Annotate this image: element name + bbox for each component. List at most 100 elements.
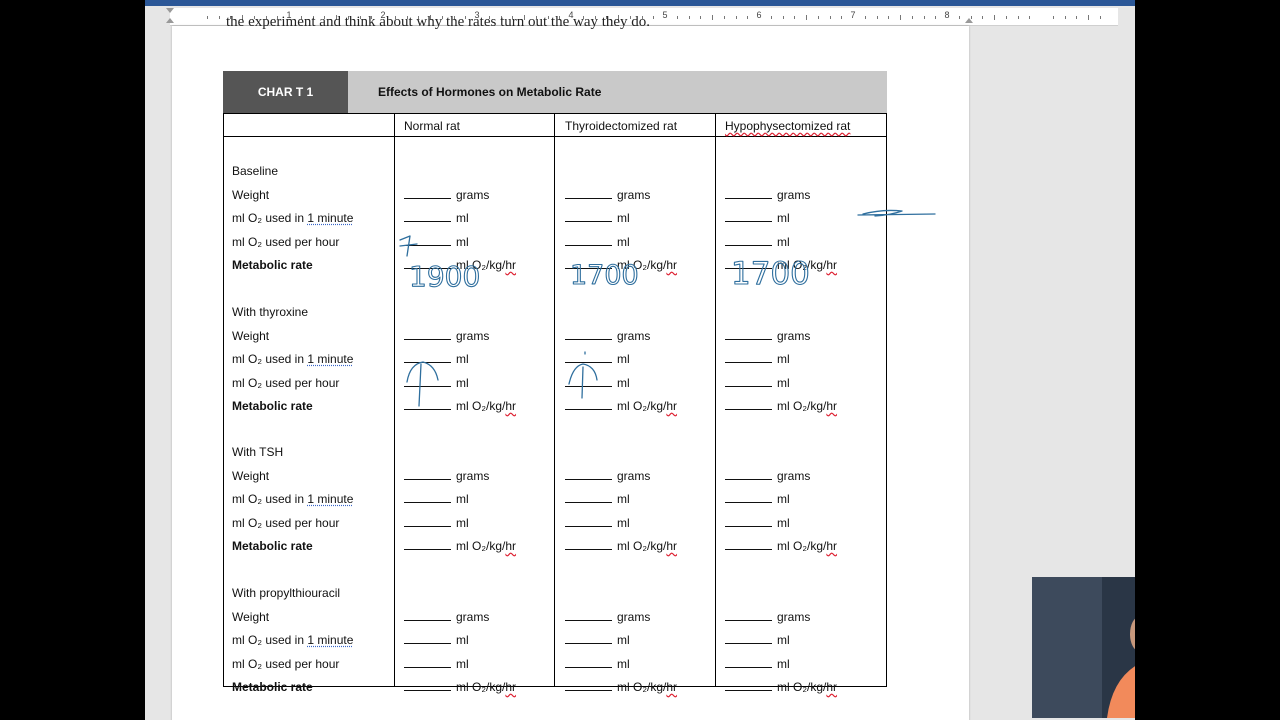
blank-line[interactable] [565, 258, 612, 269]
left-indent-marker[interactable] [166, 18, 174, 23]
blank-line[interactable] [565, 399, 612, 410]
fill-in-blank[interactable]: ml [565, 235, 630, 249]
fill-in-blank[interactable]: ml O₂/kg/hr [404, 680, 516, 694]
fill-in-blank[interactable]: ml [725, 516, 790, 530]
first-line-indent-marker[interactable] [166, 8, 174, 13]
blank-line[interactable] [565, 235, 612, 246]
blank-line[interactable] [725, 610, 772, 621]
blank-line[interactable] [725, 469, 772, 480]
fill-in-blank[interactable]: ml [404, 492, 469, 506]
fill-in-blank[interactable]: grams [725, 610, 810, 624]
blank-line[interactable] [725, 633, 772, 644]
blank-line[interactable] [725, 235, 772, 246]
blank-line[interactable] [725, 516, 772, 527]
fill-in-blank[interactable]: ml [565, 516, 630, 530]
blank-line[interactable] [725, 680, 772, 691]
blank-line[interactable] [404, 188, 451, 199]
blank-line[interactable] [404, 329, 451, 340]
blank-line[interactable] [565, 352, 612, 363]
fill-in-blank[interactable]: grams [404, 188, 489, 202]
fill-in-blank[interactable]: grams [565, 188, 650, 202]
blank-line[interactable] [725, 657, 772, 668]
fill-in-blank[interactable]: ml [404, 235, 469, 249]
blank-line[interactable] [565, 469, 612, 480]
fill-in-blank[interactable]: ml [725, 657, 790, 671]
blank-line[interactable] [404, 211, 451, 222]
fill-in-blank[interactable]: grams [725, 469, 810, 483]
fill-in-blank[interactable]: grams [404, 610, 489, 624]
blank-line[interactable] [404, 633, 451, 644]
blank-line[interactable] [725, 352, 772, 363]
fill-in-blank[interactable]: grams [725, 188, 810, 202]
blank-line[interactable] [565, 376, 612, 387]
blank-line[interactable] [565, 680, 612, 691]
blank-line[interactable] [565, 657, 612, 668]
fill-in-blank[interactable]: ml [565, 352, 630, 366]
blank-line[interactable] [565, 492, 612, 503]
blank-line[interactable] [565, 188, 612, 199]
blank-line[interactable] [404, 235, 451, 246]
blank-line[interactable] [404, 657, 451, 668]
blank-line[interactable] [404, 539, 451, 550]
fill-in-blank[interactable]: ml [565, 376, 630, 390]
fill-in-blank[interactable]: ml O₂/kg/hr [404, 539, 516, 553]
fill-in-blank[interactable]: ml [404, 211, 469, 225]
fill-in-blank[interactable]: ml O₂/kg/hr [565, 399, 677, 413]
blank-line[interactable] [404, 352, 451, 363]
fill-in-blank[interactable]: grams [404, 469, 489, 483]
fill-in-blank[interactable]: grams [565, 469, 650, 483]
fill-in-blank[interactable]: grams [565, 610, 650, 624]
blank-line[interactable] [404, 258, 451, 269]
blank-line[interactable] [725, 188, 772, 199]
fill-in-blank[interactable]: ml [565, 492, 630, 506]
fill-in-blank[interactable]: ml O₂/kg/hr [725, 680, 837, 694]
fill-in-blank[interactable]: grams [565, 329, 650, 343]
fill-in-blank[interactable]: ml [404, 376, 469, 390]
fill-in-blank[interactable]: ml [404, 516, 469, 530]
fill-in-blank[interactable]: ml O₂/kg/hr [725, 399, 837, 413]
blank-line[interactable] [725, 376, 772, 387]
blank-line[interactable] [725, 399, 772, 410]
document-page[interactable]: the experiment and think about why the r… [172, 14, 969, 720]
right-indent-marker[interactable] [965, 18, 973, 23]
fill-in-blank[interactable]: ml O₂/kg/hr [404, 258, 516, 272]
blank-line[interactable] [725, 211, 772, 222]
blank-line[interactable] [565, 516, 612, 527]
blank-line[interactable] [404, 376, 451, 387]
blank-line[interactable] [725, 258, 772, 269]
fill-in-blank[interactable]: grams [725, 329, 810, 343]
fill-in-blank[interactable]: ml [565, 633, 630, 647]
blank-line[interactable] [404, 680, 451, 691]
fill-in-blank[interactable]: ml [725, 211, 790, 225]
blank-line[interactable] [565, 610, 612, 621]
fill-in-blank[interactable]: ml O₂/kg/hr [565, 258, 677, 272]
blank-line[interactable] [565, 539, 612, 550]
fill-in-blank[interactable]: ml [725, 235, 790, 249]
fill-in-blank[interactable]: ml [725, 376, 790, 390]
fill-in-blank[interactable]: ml [404, 657, 469, 671]
fill-in-blank[interactable]: ml O₂/kg/hr [404, 399, 516, 413]
fill-in-blank[interactable]: ml [404, 352, 469, 366]
blank-line[interactable] [404, 399, 451, 410]
blank-line[interactable] [404, 492, 451, 503]
fill-in-blank[interactable]: ml [725, 633, 790, 647]
blank-line[interactable] [404, 469, 451, 480]
blank-line[interactable] [725, 492, 772, 503]
blank-line[interactable] [725, 539, 772, 550]
blank-line[interactable] [404, 610, 451, 621]
fill-in-blank[interactable]: ml [725, 492, 790, 506]
blank-line[interactable] [565, 329, 612, 340]
blank-line[interactable] [725, 329, 772, 340]
fill-in-blank[interactable]: ml [725, 352, 790, 366]
fill-in-blank[interactable]: ml O₂/kg/hr [565, 680, 677, 694]
fill-in-blank[interactable]: ml O₂/kg/hr [725, 258, 837, 272]
blank-line[interactable] [565, 211, 612, 222]
fill-in-blank[interactable]: ml [565, 657, 630, 671]
fill-in-blank[interactable]: ml [565, 211, 630, 225]
fill-in-blank[interactable]: grams [404, 329, 489, 343]
blank-line[interactable] [404, 516, 451, 527]
blank-line[interactable] [565, 633, 612, 644]
fill-in-blank[interactable]: ml [404, 633, 469, 647]
fill-in-blank[interactable]: ml O₂/kg/hr [725, 539, 837, 553]
fill-in-blank[interactable]: ml O₂/kg/hr [565, 539, 677, 553]
